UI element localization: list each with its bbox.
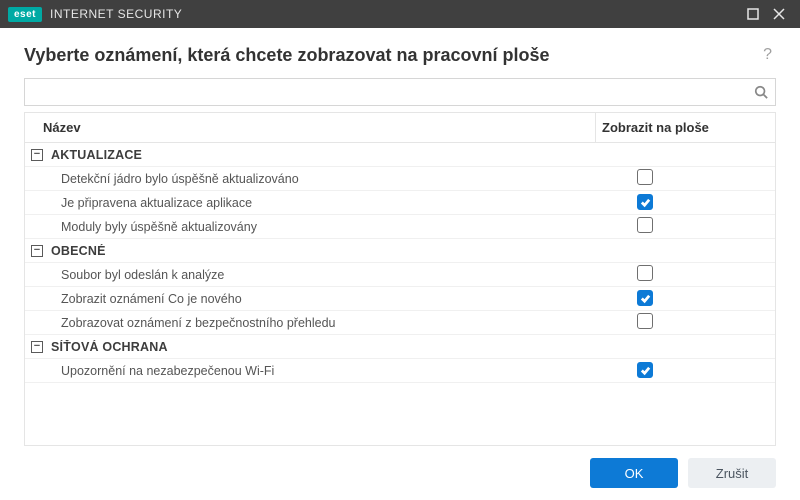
group-row[interactable]: −OBECNÉ [25, 239, 775, 263]
brand-logo: eset [8, 7, 42, 22]
search-bar [24, 78, 776, 106]
titlebar: eset INTERNET SECURITY [0, 0, 800, 28]
collapse-icon[interactable]: − [31, 341, 43, 353]
show-on-desktop-checkbox[interactable] [637, 265, 653, 281]
group-row[interactable]: −AKTUALIZACE [25, 143, 775, 167]
window-close-icon[interactable] [766, 4, 792, 24]
notifications-grid: Název Zobrazit na ploše −AKTUALIZACEDete… [24, 112, 776, 446]
notification-row: Je připravena aktualizace aplikace [25, 191, 775, 215]
group-label: SÍŤOVÁ OCHRANA [51, 340, 168, 354]
notification-label: Moduly byly úspěšně aktualizovány [25, 220, 595, 234]
page-header: Vyberte oznámení, která chcete zobrazova… [0, 28, 800, 78]
product-name: INTERNET SECURITY [50, 7, 182, 21]
ok-button[interactable]: OK [590, 458, 678, 488]
notification-row: Upozornění na nezabezpečenou Wi-Fi [25, 359, 775, 383]
collapse-icon[interactable]: − [31, 149, 43, 161]
show-on-desktop-checkbox[interactable] [637, 362, 653, 378]
notification-row: Zobrazit oznámení Co je nového [25, 287, 775, 311]
grid-header: Název Zobrazit na ploše [25, 113, 775, 143]
column-header-name[interactable]: Název [25, 120, 595, 135]
dialog-footer: OK Zrušit [0, 446, 800, 500]
notification-label: Zobrazit oznámení Co je nového [25, 292, 595, 306]
notification-label: Je připravena aktualizace aplikace [25, 196, 595, 210]
show-on-desktop-checkbox[interactable] [637, 169, 653, 185]
column-header-show[interactable]: Zobrazit na ploše [595, 113, 775, 142]
notification-label: Upozornění na nezabezpečenou Wi-Fi [25, 364, 595, 378]
notification-row: Soubor byl odeslán k analýze [25, 263, 775, 287]
page-title: Vyberte oznámení, která chcete zobrazova… [24, 45, 759, 66]
notification-row: Detekční jádro bylo úspěšně aktualizován… [25, 167, 775, 191]
group-row[interactable]: −SÍŤOVÁ OCHRANA [25, 335, 775, 359]
notification-label: Detekční jádro bylo úspěšně aktualizován… [25, 172, 595, 186]
show-on-desktop-checkbox[interactable] [637, 217, 653, 233]
notification-label: Zobrazovat oznámení z bezpečnostního pře… [25, 316, 595, 330]
notification-label: Soubor byl odeslán k analýze [25, 268, 595, 282]
show-on-desktop-checkbox[interactable] [637, 290, 653, 306]
window-maximize-icon[interactable] [740, 4, 766, 24]
show-on-desktop-checkbox[interactable] [637, 194, 653, 210]
group-label: AKTUALIZACE [51, 148, 142, 162]
notification-row: Moduly byly úspěšně aktualizovány [25, 215, 775, 239]
search-input[interactable] [25, 79, 747, 105]
collapse-icon[interactable]: − [31, 245, 43, 257]
show-on-desktop-checkbox[interactable] [637, 313, 653, 329]
cancel-button[interactable]: Zrušit [688, 458, 776, 488]
search-icon[interactable] [747, 79, 775, 105]
group-label: OBECNÉ [51, 244, 106, 258]
help-icon[interactable]: ? [759, 42, 776, 68]
notification-row: Zobrazovat oznámení z bezpečnostního pře… [25, 311, 775, 335]
